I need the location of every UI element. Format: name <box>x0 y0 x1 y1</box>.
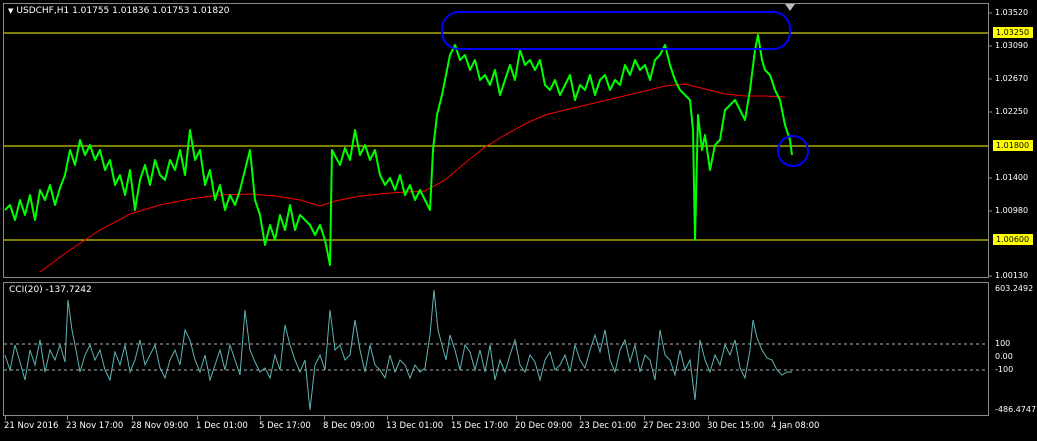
chart-canvas <box>4 11 992 411</box>
time-tick <box>387 416 388 420</box>
price-axis-label: 1.01400 <box>995 173 1029 182</box>
time-tick <box>197 416 198 420</box>
time-tick <box>516 416 517 420</box>
price-axis-label: 1.02670 <box>995 74 1029 83</box>
price-axis-label: 1.00980 <box>995 206 1029 215</box>
time-axis-label: 23 Dec 01:00 <box>579 421 637 431</box>
time-axis-label: 21 Nov 2016 <box>4 421 59 431</box>
time-axis-label: 1 Dec 01:00 <box>196 421 248 431</box>
time-tick <box>452 416 453 420</box>
cci-axis-label: 100 <box>995 339 1011 348</box>
price-axis-label: 1.03520 <box>995 8 1029 17</box>
price-line <box>4 34 793 266</box>
time-tick <box>132 416 133 420</box>
dropdown-triangle-icon[interactable]: ▼ <box>8 7 13 15</box>
time-axis-label: 8 Dec 09:00 <box>323 421 375 431</box>
time-axis-label: 15 Dec 17:00 <box>451 421 509 431</box>
price-axis-label: 1.03090 <box>995 41 1029 50</box>
cci-axis-label: 603.2492 <box>995 284 1034 293</box>
price-axis-label: 1.00130 <box>995 271 1029 280</box>
time-tick <box>644 416 645 420</box>
level-badge: 1.00600 <box>993 234 1033 245</box>
time-tick <box>5 416 6 420</box>
time-tick <box>580 416 581 420</box>
time-tick <box>67 416 68 420</box>
time-axis-label: 30 Dec 15:00 <box>707 421 765 431</box>
annotation-circle <box>777 135 809 167</box>
chart-window: ▼ USDCHF,H1 1.01755 1.01836 1.01753 1.018… <box>0 0 1037 441</box>
cci-line <box>4 289 792 411</box>
indicator-title: CCI(20) -137.7242 <box>9 285 92 295</box>
cci-axis-label: 0.00 <box>995 352 1013 361</box>
annotation-rounded-box <box>441 11 791 50</box>
time-axis-label: 4 Jan 08:00 <box>771 421 820 431</box>
time-tick <box>324 416 325 420</box>
time-axis-label: 27 Dec 23:00 <box>643 421 701 431</box>
time-axis-label: 13 Dec 01:00 <box>386 421 444 431</box>
chart-title: ▼ USDCHF,H1 1.01755 1.01836 1.01753 1.018… <box>8 6 230 16</box>
level-badge: 1.03250 <box>993 27 1033 38</box>
time-axis-label: 20 Dec 09:00 <box>515 421 573 431</box>
cci-axis-label: -100 <box>995 365 1014 374</box>
time-tick <box>260 416 261 420</box>
cci-axis-label: -486.4747 <box>995 405 1037 414</box>
time-tick <box>772 416 773 420</box>
time-axis-label: 5 Dec 17:00 <box>259 421 311 431</box>
level-badge: 1.01800 <box>993 140 1033 151</box>
price-axis-label: 1.02250 <box>995 107 1029 116</box>
time-tick <box>708 416 709 420</box>
time-axis-label: 23 Nov 17:00 <box>66 421 124 431</box>
time-axis-label: 28 Nov 09:00 <box>131 421 189 431</box>
chart-shift-marker-icon[interactable] <box>785 4 795 11</box>
